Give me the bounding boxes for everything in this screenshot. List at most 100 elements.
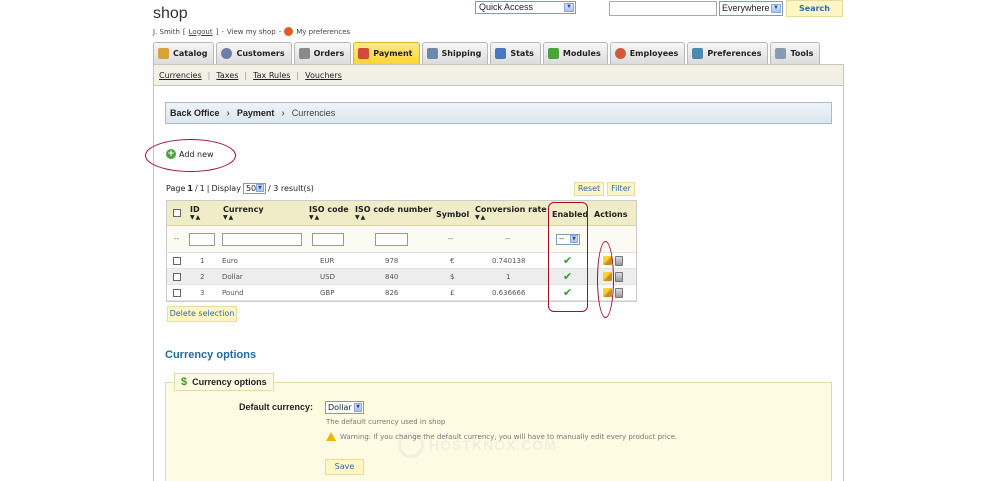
select-all-checkbox[interactable] bbox=[173, 209, 181, 217]
default-currency-select[interactable]: Dollar ▼ bbox=[325, 401, 364, 414]
subtab-currencies[interactable]: Currencies bbox=[159, 71, 202, 80]
payment-icon bbox=[358, 48, 370, 59]
column-id[interactable]: ID ▼▲ bbox=[190, 205, 201, 221]
search-scope-value: Everywhere bbox=[722, 3, 770, 13]
filter-id-input[interactable] bbox=[189, 233, 215, 246]
quick-access-select[interactable]: Quick Access ▼ bbox=[475, 1, 576, 14]
column-iso-code[interactable]: ISO code ▼▲ bbox=[309, 205, 349, 221]
sort-icon[interactable]: ▼▲ bbox=[223, 214, 264, 221]
row-checkbox[interactable] bbox=[173, 256, 181, 265]
cell-currency: Dollar bbox=[222, 272, 243, 281]
column-conversion-rate[interactable]: Conversion rate ▼▲ bbox=[475, 205, 547, 221]
page-count: 1 bbox=[199, 184, 205, 193]
per-page-select[interactable]: 50 ▼ bbox=[242, 183, 266, 194]
delete-icon[interactable] bbox=[615, 271, 623, 282]
filter-button[interactable]: Filter bbox=[607, 182, 635, 196]
sort-icon[interactable]: ▼▲ bbox=[355, 214, 432, 221]
save-button[interactable]: Save bbox=[325, 459, 364, 475]
catalog-icon bbox=[158, 48, 169, 59]
column-actions: Actions bbox=[594, 210, 628, 219]
cell-iso: EUR bbox=[320, 256, 335, 265]
pager: Page 1 / 1 | Display 50 ▼ / 3 result(s) bbox=[166, 183, 314, 194]
column-currency[interactable]: Currency ▼▲ bbox=[223, 205, 264, 221]
tab-shipping[interactable]: Shipping bbox=[421, 42, 489, 64]
annotation-rectangle bbox=[548, 202, 588, 312]
view-shop-link[interactable]: View my shop bbox=[227, 28, 276, 36]
breadcrumb: Back Office › Payment › Currencies bbox=[165, 102, 832, 124]
tab-employees[interactable]: Employees bbox=[609, 42, 686, 64]
cell-iso: USD bbox=[320, 272, 335, 281]
legend-label: Currency options bbox=[192, 377, 267, 387]
row-checkbox[interactable] bbox=[173, 288, 181, 297]
chevron-down-icon: ▼ bbox=[255, 184, 264, 192]
orders-icon bbox=[298, 48, 310, 59]
tab-label: Stats bbox=[510, 49, 534, 58]
preferences-user-icon bbox=[284, 27, 294, 36]
employees-icon bbox=[614, 48, 626, 59]
tab-label: Payment bbox=[373, 49, 413, 58]
search-scope-select[interactable]: Everywhere ▼ bbox=[719, 1, 783, 16]
preferences-icon bbox=[692, 48, 704, 59]
sort-icon[interactable]: ▼▲ bbox=[475, 214, 547, 221]
dollar-icon: $ bbox=[181, 376, 188, 388]
annotation-circle bbox=[145, 139, 236, 172]
tab-label: Modules bbox=[562, 49, 601, 58]
cell-symbol: $ bbox=[450, 272, 455, 281]
cell-iso-number: 826 bbox=[385, 288, 399, 297]
search-input[interactable] bbox=[609, 1, 717, 16]
user-name: J. Smith bbox=[153, 27, 180, 36]
chevron-down-icon: ▼ bbox=[771, 4, 781, 13]
cell-symbol: € bbox=[450, 256, 455, 265]
filter-placeholder: -- bbox=[174, 235, 180, 243]
chevron-right-icon: › bbox=[281, 107, 285, 119]
tab-preferences[interactable]: Preferences bbox=[687, 42, 769, 64]
cell-iso: GBP bbox=[320, 288, 335, 297]
user-line: J. Smith [Logout] - View my shop - My pr… bbox=[153, 27, 351, 36]
filter-iso-number-input[interactable] bbox=[375, 233, 408, 246]
column-symbol: Symbol bbox=[436, 210, 470, 219]
default-currency-label: Default currency: bbox=[239, 402, 314, 412]
sort-icon[interactable]: ▼▲ bbox=[190, 214, 201, 221]
default-currency-hint: The default currency used in shop bbox=[326, 418, 446, 426]
tab-label: Preferences bbox=[707, 49, 762, 58]
tab-label: Customers bbox=[236, 49, 285, 58]
cell-currency: Euro bbox=[222, 256, 238, 265]
logout-link[interactable]: Logout bbox=[189, 28, 213, 36]
chevron-right-icon: › bbox=[226, 107, 230, 119]
subtab-vouchers[interactable]: Vouchers bbox=[305, 71, 342, 80]
cell-iso-number: 840 bbox=[385, 272, 399, 281]
tab-payment[interactable]: Payment bbox=[353, 42, 420, 64]
delete-icon[interactable] bbox=[615, 255, 623, 266]
breadcrumb-current: Currencies bbox=[291, 108, 336, 118]
currency-options-legend: $ Currency options bbox=[174, 373, 274, 391]
tab-modules[interactable]: Modules bbox=[542, 42, 608, 64]
delete-selection-button[interactable]: Delete selection bbox=[167, 306, 237, 322]
delete-icon[interactable] bbox=[615, 287, 623, 298]
column-iso-code-number[interactable]: ISO code number ▼▲ bbox=[355, 205, 432, 221]
breadcrumb-root[interactable]: Back Office bbox=[170, 108, 220, 118]
display-label: Display bbox=[211, 184, 241, 193]
tab-label: Employees bbox=[629, 49, 679, 58]
cell-currency: Pound bbox=[222, 288, 244, 297]
my-preferences-link[interactable]: My preferences bbox=[296, 28, 350, 36]
warning-icon bbox=[326, 432, 336, 441]
subtab-tax-rules[interactable]: Tax Rules bbox=[253, 71, 290, 80]
tab-catalog[interactable]: Catalog bbox=[153, 42, 215, 64]
filter-placeholder: -- bbox=[448, 235, 454, 243]
filter-iso-input[interactable] bbox=[312, 233, 344, 246]
tab-orders[interactable]: Orders bbox=[293, 42, 352, 64]
row-checkbox[interactable] bbox=[173, 272, 181, 281]
reset-button[interactable]: Reset bbox=[574, 182, 604, 196]
tab-tools[interactable]: Tools bbox=[770, 42, 821, 64]
tab-stats[interactable]: Stats bbox=[490, 42, 541, 64]
search-button[interactable]: Search bbox=[786, 0, 843, 17]
sort-icon[interactable]: ▼▲ bbox=[309, 214, 349, 221]
tab-label: Orders bbox=[313, 49, 345, 58]
breadcrumb-section[interactable]: Payment bbox=[237, 108, 275, 118]
page-number: 1 bbox=[187, 184, 193, 193]
tab-customers[interactable]: Customers bbox=[216, 42, 292, 64]
subtab-taxes[interactable]: Taxes bbox=[216, 71, 238, 80]
chevron-down-icon: ▼ bbox=[354, 403, 362, 412]
tab-label: Shipping bbox=[441, 49, 482, 58]
filter-currency-input[interactable] bbox=[222, 233, 302, 246]
